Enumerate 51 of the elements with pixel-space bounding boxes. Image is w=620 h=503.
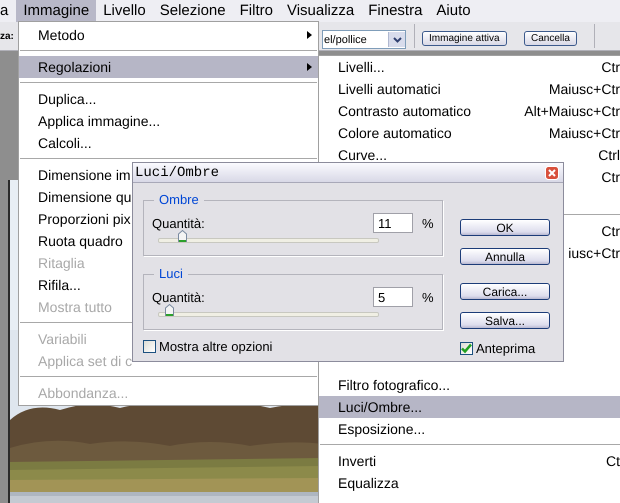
menu-title[interactable]: Immagine xyxy=(16,0,96,22)
menu-item[interactable]: Applica immagine... xyxy=(19,110,318,132)
checkbox[interactable] xyxy=(143,340,156,353)
unit-label: % xyxy=(421,290,435,304)
menu-item[interactable]: Colore automatico Maiusc+Ctr xyxy=(319,122,620,144)
menu-title[interactable]: Aiuto xyxy=(429,0,478,22)
amount-field[interactable]: 11 xyxy=(373,213,413,233)
menu-item[interactable]: Livelli... Ctr xyxy=(319,56,620,78)
menu-item[interactable]: Calcoli... xyxy=(19,132,318,154)
checkmark-icon xyxy=(461,343,472,354)
checkbox-label: Mostra altre opzioni xyxy=(159,339,272,354)
dialog-button[interactable]: OK xyxy=(460,219,550,236)
slider-thumb[interactable] xyxy=(178,230,188,242)
units-dropdown[interactable]: el/pollice xyxy=(322,30,406,49)
dialog-button[interactable]: Annulla xyxy=(460,248,550,265)
slider-thumb[interactable] xyxy=(165,304,174,316)
submenu-arrow-icon xyxy=(307,63,312,71)
menu-title[interactable]: a xyxy=(0,0,16,22)
amount-field[interactable]: 5 xyxy=(373,287,413,307)
menu-title[interactable]: Finestra xyxy=(361,0,430,22)
submenu-arrow-icon xyxy=(307,31,312,39)
menu-item[interactable]: Contrasto automatico Alt+Maiusc+Ctr xyxy=(319,100,620,122)
dialog-title: Luci/Ombre xyxy=(135,164,220,180)
group-title: Luci xyxy=(154,266,188,281)
amount-label: Quantità: xyxy=(152,290,206,304)
dialog-button[interactable]: Salva... xyxy=(460,312,550,329)
checkbox[interactable] xyxy=(460,342,473,355)
menu-item[interactable]: Inverti Ct xyxy=(319,450,620,472)
toolbar-button[interactable]: Cancella xyxy=(524,31,577,46)
menu-item[interactable]: Curve... Ctrl xyxy=(319,144,620,166)
close-icon[interactable] xyxy=(545,166,559,180)
option-label: za: xyxy=(0,30,14,42)
menu-item[interactable]: Equalizza xyxy=(319,472,620,494)
group-title: Ombre xyxy=(154,192,204,207)
unit-label: % xyxy=(421,216,435,230)
menu-item[interactable]: Luci/Ombre... xyxy=(319,396,620,418)
dropdown-caret-icon xyxy=(392,36,402,42)
menu-title[interactable]: Livello xyxy=(96,0,153,22)
toolbar-button[interactable]: Immagine attiva xyxy=(422,31,507,46)
menu-item[interactable]: Esposizione... xyxy=(319,418,620,440)
menu-item[interactable]: Livelli automatici Maiusc+Ctr xyxy=(319,78,620,100)
amount-label: Quantità: xyxy=(152,216,206,230)
checkbox-label: Anteprima xyxy=(476,341,536,356)
menu-item[interactable]: Filtro fotografico... xyxy=(319,374,620,396)
dialog-button[interactable]: Carica... xyxy=(460,283,550,300)
menu-item[interactable]: Regolazioni xyxy=(19,56,318,78)
menu-item[interactable]: Metodo xyxy=(19,24,318,46)
menu-title[interactable]: Visualizza xyxy=(280,0,362,22)
menu-item[interactable]: Duplica... xyxy=(19,88,318,110)
menu-title[interactable]: Selezione xyxy=(152,0,233,22)
menu-title[interactable]: Filtro xyxy=(232,0,280,22)
